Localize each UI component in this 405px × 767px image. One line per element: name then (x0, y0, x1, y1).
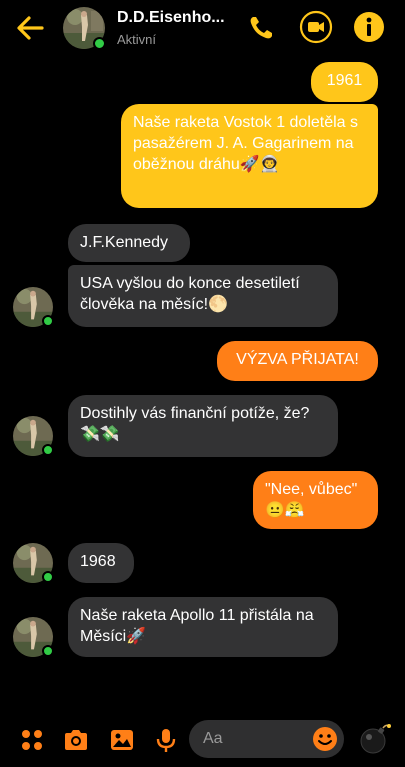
more-options-icon[interactable] (18, 726, 46, 754)
message-text: Dostihly vás finanční potíže, že?💸💸 (80, 405, 310, 443)
online-indicator (42, 315, 54, 327)
bomb-quick-reaction-icon[interactable] (358, 722, 392, 756)
info-icon[interactable] (353, 11, 385, 43)
message-input-placeholder: Aa (203, 730, 223, 747)
sender-avatar[interactable] (13, 287, 54, 327)
sender-avatar[interactable] (13, 617, 54, 657)
message-bubble-out[interactable]: 1961 (311, 62, 378, 102)
online-indicator (42, 571, 54, 583)
message-text: "Nee, vůbec" 😐😤 (265, 481, 358, 519)
camera-icon[interactable] (62, 726, 90, 754)
message-bubble-out[interactable]: Naše raketa Vostok 1 doletěla s pasažére… (121, 104, 378, 208)
contact-status: Aktivní (117, 32, 157, 47)
message-text: VÝZVA PŘIJATA! (236, 351, 359, 368)
message-text: Naše raketa Apollo 11 přistála na Měsíci… (80, 607, 314, 645)
message-bubble-in[interactable]: J.F.Kennedy (68, 224, 190, 262)
chat-header: D.D.Eisenho... Aktivní (0, 0, 405, 56)
video-call-icon[interactable] (299, 10, 333, 44)
message-text: USA vyšlou do konce desetiletí člověka n… (80, 275, 300, 313)
message-text: 1968 (80, 553, 116, 570)
message-text: Naše raketa Vostok 1 doletěla s pasažére… (133, 114, 359, 173)
message-bubble-in[interactable]: Dostihly vás finanční potíže, že?💸💸 (68, 395, 338, 457)
message-bubble-in[interactable]: 1968 (68, 543, 134, 583)
message-input[interactable]: Aa (189, 720, 344, 758)
online-indicator (42, 444, 54, 456)
back-arrow-icon[interactable] (14, 12, 46, 44)
message-bubble-in[interactable]: USA vyšlou do konce desetiletí člověka n… (68, 265, 338, 327)
message-text: J.F.Kennedy (80, 234, 169, 251)
message-bubble-out[interactable]: "Nee, vůbec" 😐😤 (253, 471, 378, 529)
message-bubble-out[interactable]: VÝZVA PŘIJATA! (217, 341, 378, 381)
sender-avatar[interactable] (13, 416, 54, 456)
message-bubble-in[interactable]: Naše raketa Apollo 11 přistála na Měsíci… (68, 597, 338, 657)
phone-call-icon[interactable] (245, 12, 277, 44)
contact-name[interactable]: D.D.Eisenho... (117, 9, 225, 27)
gallery-icon[interactable] (108, 726, 136, 754)
online-indicator (42, 645, 54, 657)
composer-bar: Aa (0, 712, 405, 767)
message-text: 1961 (326, 72, 363, 89)
emoji-icon[interactable] (312, 726, 338, 752)
contact-avatar[interactable] (63, 7, 106, 50)
microphone-icon[interactable] (152, 726, 180, 754)
online-indicator (93, 37, 106, 50)
sender-avatar[interactable] (13, 543, 54, 583)
